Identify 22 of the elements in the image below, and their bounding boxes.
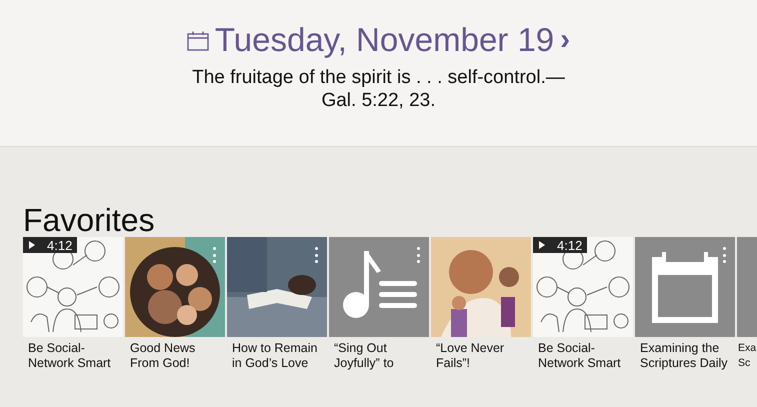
card-title[interactable]: Be Social-Network Smart — [533, 337, 633, 371]
card-title[interactable]: “Love Never Fails”! — [431, 337, 531, 371]
calendar-icon[interactable] — [186, 31, 209, 51]
card-title[interactable]: Exa Sc — [737, 337, 757, 371]
play-icon — [539, 241, 545, 249]
section-heading: Favorites — [23, 203, 156, 237]
date-title[interactable]: Tuesday, November 19 — [214, 21, 554, 59]
calendar-icon — [652, 252, 718, 322]
more-menu-icon[interactable] — [723, 247, 727, 263]
card-title[interactable]: Examining the Scriptures Daily — [635, 337, 735, 371]
next-button[interactable]: › — [560, 25, 570, 55]
duration-text: 4:12 — [47, 238, 72, 252]
more-menu-icon[interactable] — [417, 247, 421, 263]
more-menu-icon[interactable] — [315, 247, 319, 263]
card-title[interactable]: Good News From God! — [125, 337, 225, 371]
card-title[interactable]: Be Social-Network Smart — [23, 337, 123, 371]
play-icon — [29, 241, 35, 249]
more-menu-icon[interactable] — [213, 247, 217, 263]
card-title[interactable]: “Sing Out Joyfully” to — [329, 337, 429, 371]
verse-text: The fruitage of the spirit is . . . self-control.—Gal. 5:22, 23. — [191, 66, 566, 112]
card-title[interactable]: How to Remain in God’s Love — [227, 337, 327, 371]
duration-text: 4:12 — [557, 238, 582, 252]
